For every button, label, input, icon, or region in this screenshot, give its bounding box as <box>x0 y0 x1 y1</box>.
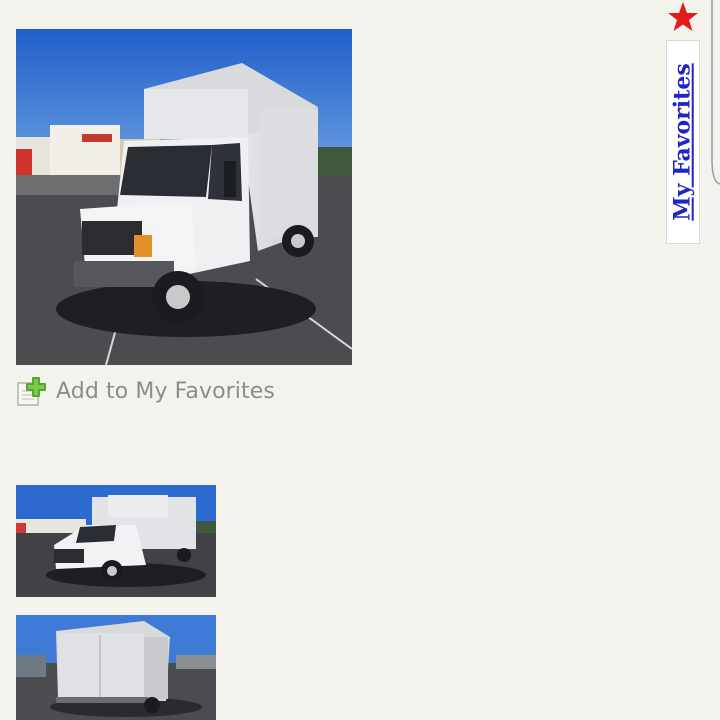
add-to-favorites-label: Add to My Favorites <box>56 378 275 404</box>
box-truck-front-photo <box>16 485 216 597</box>
thumbnail-2[interactable] <box>16 615 216 720</box>
add-favorite-icon <box>17 377 46 406</box>
my-favorites-label: My Favorites <box>670 63 697 221</box>
panel-edge <box>711 0 720 185</box>
star-icon <box>668 2 698 31</box>
main-vehicle-photo[interactable] <box>16 29 352 365</box>
my-favorites-tab[interactable]: My Favorites <box>666 40 700 244</box>
thumbnail-1[interactable] <box>16 485 216 597</box>
box-truck-rear-photo <box>16 615 216 720</box>
add-to-favorites-link[interactable]: Add to My Favorites <box>16 374 275 408</box>
box-truck-photo <box>16 29 352 365</box>
